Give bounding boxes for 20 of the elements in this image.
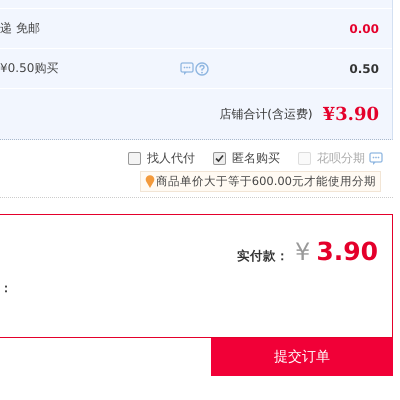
payment-label: 实付款： — [237, 248, 290, 265]
option-label: 匿名购买 — [232, 150, 280, 167]
submit-order-button[interactable]: 提交订单 — [211, 338, 393, 376]
shop-total-label: 店铺合计(含运费) — [219, 106, 313, 122]
pin-icon — [144, 174, 155, 188]
checkbox[interactable] — [128, 152, 141, 165]
row-label: ¥0.50购买 — [0, 60, 60, 77]
row-label: 递 免邮 — [0, 20, 41, 37]
amount: 0.00 — [348, 22, 380, 36]
option-label: 找人代付 — [147, 150, 195, 167]
payment-amount: 3.90 — [316, 237, 378, 266]
currency-sign: ¥ — [295, 238, 310, 266]
amount: 0.50 — [348, 62, 380, 76]
help-icon — [195, 62, 209, 76]
shop-total: ¥3.90 — [322, 104, 379, 124]
option-label: 花呗分期 — [317, 150, 365, 167]
check-icon — [215, 154, 224, 163]
field-label: ： — [0, 280, 12, 297]
checkbox[interactable] — [213, 152, 226, 165]
tooltip-text: 商品单价大于等于600.00元才能使用分期 — [156, 174, 376, 189]
